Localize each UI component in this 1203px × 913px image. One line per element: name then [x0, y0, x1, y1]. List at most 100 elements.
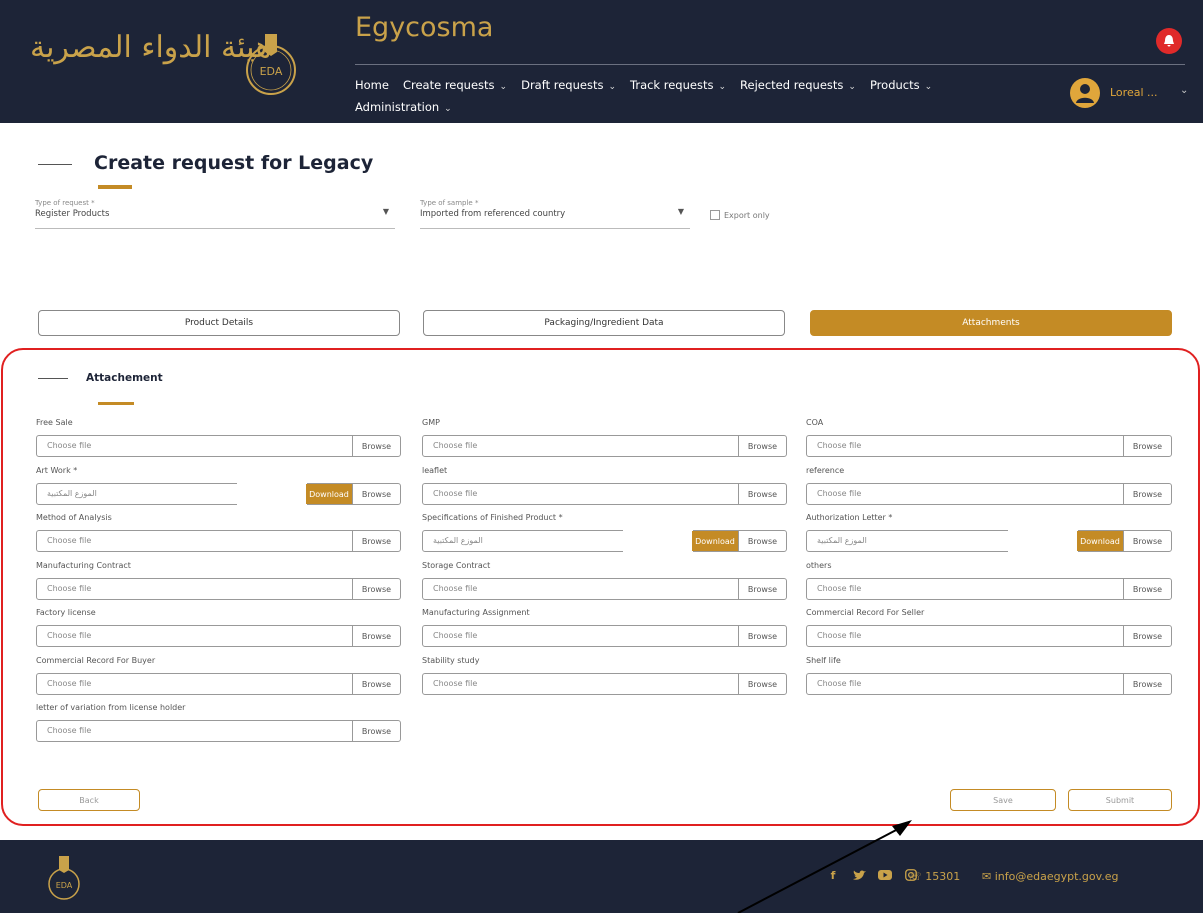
- redaction-patch: [623, 530, 693, 552]
- export-only-checkbox[interactable]: Export only: [710, 210, 770, 220]
- browse-button[interactable]: Browse: [1123, 626, 1171, 646]
- save-button[interactable]: Save: [950, 789, 1056, 811]
- notification-bell-icon[interactable]: [1156, 28, 1182, 54]
- main-nav: Home Create requests ⌄ Draft requests ⌄ Track…: [355, 76, 1035, 118]
- title-dash: [38, 164, 72, 165]
- title-underline: [98, 185, 132, 189]
- browse-button[interactable]: Browse: [1123, 579, 1171, 599]
- submit-button[interactable]: Submit: [1068, 789, 1172, 811]
- type-of-sample-select[interactable]: Type of sample * Imported from reference…: [420, 199, 690, 229]
- file-input-stability-study[interactable]: Choose file Browse: [422, 673, 787, 695]
- checkbox-box[interactable]: [710, 210, 720, 220]
- label-free-sale: Free Sale: [36, 418, 73, 427]
- youtube-icon[interactable]: [878, 868, 892, 882]
- browse-button[interactable]: Browse: [352, 579, 400, 599]
- tab-product-details[interactable]: Product Details: [38, 310, 400, 336]
- nav-divider: [355, 64, 1185, 65]
- back-button[interactable]: Back: [38, 789, 140, 811]
- type-of-request-select[interactable]: Type of request * Register Products ▼: [35, 199, 395, 229]
- file-input-free-sale[interactable]: Choose file Browse: [36, 435, 401, 457]
- file-input-storage-contract[interactable]: Choose file Browse: [422, 578, 787, 600]
- footer-email[interactable]: ✉ info@edaegypt.gov.eg: [982, 870, 1119, 883]
- file-input-text: الموزع المكتبية: [433, 536, 483, 545]
- browse-button[interactable]: Browse: [352, 531, 400, 551]
- nav-item-label: Rejected requests: [740, 78, 844, 92]
- nav-item-label: Products: [869, 78, 920, 92]
- browse-button[interactable]: Browse: [1123, 436, 1171, 456]
- file-input-manufacturing-contract[interactable]: Choose file Browse: [36, 578, 401, 600]
- footer-phone[interactable]: ☏ 15301: [908, 870, 960, 883]
- file-input-leaflet[interactable]: Choose file Browse: [422, 483, 787, 505]
- type-of-request-label: Type of request *: [35, 199, 95, 207]
- nav-item-draft-requests[interactable]: Draft requests ⌄: [521, 76, 616, 96]
- label-authorization-letter: Authorization Letter *: [806, 513, 893, 522]
- file-input-commercial-record-for-seller[interactable]: Choose file Browse: [806, 625, 1172, 647]
- redaction-patch: [237, 483, 307, 505]
- browse-button[interactable]: Browse: [352, 436, 400, 456]
- browse-button[interactable]: Browse: [352, 674, 400, 694]
- file-input-authorization-letter[interactable]: الموزع المكتبية Download Browse: [806, 530, 1172, 552]
- browse-button[interactable]: Browse: [352, 721, 400, 741]
- download-button[interactable]: Download: [1077, 531, 1123, 551]
- file-input-reference[interactable]: Choose file Browse: [806, 483, 1172, 505]
- phone-number: 15301: [925, 870, 961, 883]
- browse-button[interactable]: Browse: [1123, 484, 1171, 504]
- browse-button[interactable]: Browse: [352, 626, 400, 646]
- user-name[interactable]: Loreal ...: [1110, 86, 1158, 99]
- browse-button[interactable]: Browse: [738, 579, 786, 599]
- file-input-text: Choose file: [433, 441, 478, 450]
- file-input-text: Choose file: [817, 631, 862, 640]
- file-input-shelf-life[interactable]: Choose file Browse: [806, 673, 1172, 695]
- file-input-coa[interactable]: Choose file Browse: [806, 435, 1172, 457]
- user-menu-chevron-icon[interactable]: ⌄: [1180, 85, 1188, 96]
- download-button[interactable]: Download: [692, 531, 738, 551]
- app-title[interactable]: Egycosma: [355, 12, 493, 43]
- file-input-others[interactable]: Choose file Browse: [806, 578, 1172, 600]
- section-dash: [38, 378, 68, 379]
- download-button[interactable]: Download: [306, 484, 352, 504]
- file-input-text: Choose file: [47, 441, 92, 450]
- chevron-down-icon: ⌄: [718, 82, 727, 92]
- file-input-gmp[interactable]: Choose file Browse: [422, 435, 787, 457]
- browse-button[interactable]: Browse: [1123, 531, 1171, 551]
- nav-item-products[interactable]: Products ⌄: [870, 76, 932, 96]
- caret-down-icon: ▼: [677, 207, 684, 216]
- file-input-method-of-analysis[interactable]: Choose file Browse: [36, 530, 401, 552]
- file-input-text: Choose file: [817, 441, 862, 450]
- nav-item-label: Administration: [355, 100, 440, 114]
- file-input-manufacturing-assignment[interactable]: Choose file Browse: [422, 625, 787, 647]
- file-input-factory-license[interactable]: Choose file Browse: [36, 625, 401, 647]
- label-art-work: Art Work *: [36, 466, 78, 475]
- browse-button[interactable]: Browse: [738, 436, 786, 456]
- label-others: others: [806, 561, 832, 570]
- type-of-sample-label: Type of sample *: [420, 199, 479, 207]
- file-input-text: Choose file: [433, 631, 478, 640]
- chevron-down-icon: ⌄: [848, 82, 856, 92]
- user-avatar-icon[interactable]: [1070, 78, 1100, 108]
- label-commercial-record-for-buyer: Commercial Record For Buyer: [36, 656, 156, 665]
- nav-item-rejected-requests[interactable]: Rejected requests ⌄: [740, 76, 856, 96]
- file-input-commercial-record-for-buyer[interactable]: Choose file Browse: [36, 673, 401, 695]
- browse-button[interactable]: Browse: [738, 531, 786, 551]
- facebook-icon[interactable]: f: [826, 868, 840, 882]
- chevron-down-icon: ⌄: [608, 82, 616, 92]
- file-input-letter-of-variation-from-license-holder[interactable]: Choose file Browse: [36, 720, 401, 742]
- browse-button[interactable]: Browse: [1123, 674, 1171, 694]
- file-input-art-work[interactable]: الموزع المكتبية Download Browse: [36, 483, 401, 505]
- twitter-icon[interactable]: [852, 868, 866, 882]
- tab-attachments[interactable]: Attachments: [810, 310, 1172, 336]
- label-coa: COA: [806, 418, 824, 427]
- nav-item-administration[interactable]: Administration ⌄: [355, 98, 452, 118]
- file-input-text: Choose file: [433, 489, 478, 498]
- tab-packaging-ingredient-data[interactable]: Packaging/Ingredient Data: [423, 310, 785, 336]
- browse-button[interactable]: Browse: [352, 484, 400, 504]
- browse-button[interactable]: Browse: [738, 484, 786, 504]
- nav-item-home[interactable]: Home: [355, 76, 389, 96]
- nav-item-create-requests[interactable]: Create requests ⌄: [403, 76, 507, 96]
- browse-button[interactable]: Browse: [738, 626, 786, 646]
- nav-item-track-requests[interactable]: Track requests ⌄: [630, 76, 726, 96]
- file-input-specifications-of-finished-product[interactable]: الموزع المكتبية Download Browse: [422, 530, 787, 552]
- label-gmp: GMP: [422, 418, 440, 427]
- label-shelf-life: Shelf life: [806, 656, 841, 665]
- browse-button[interactable]: Browse: [738, 674, 786, 694]
